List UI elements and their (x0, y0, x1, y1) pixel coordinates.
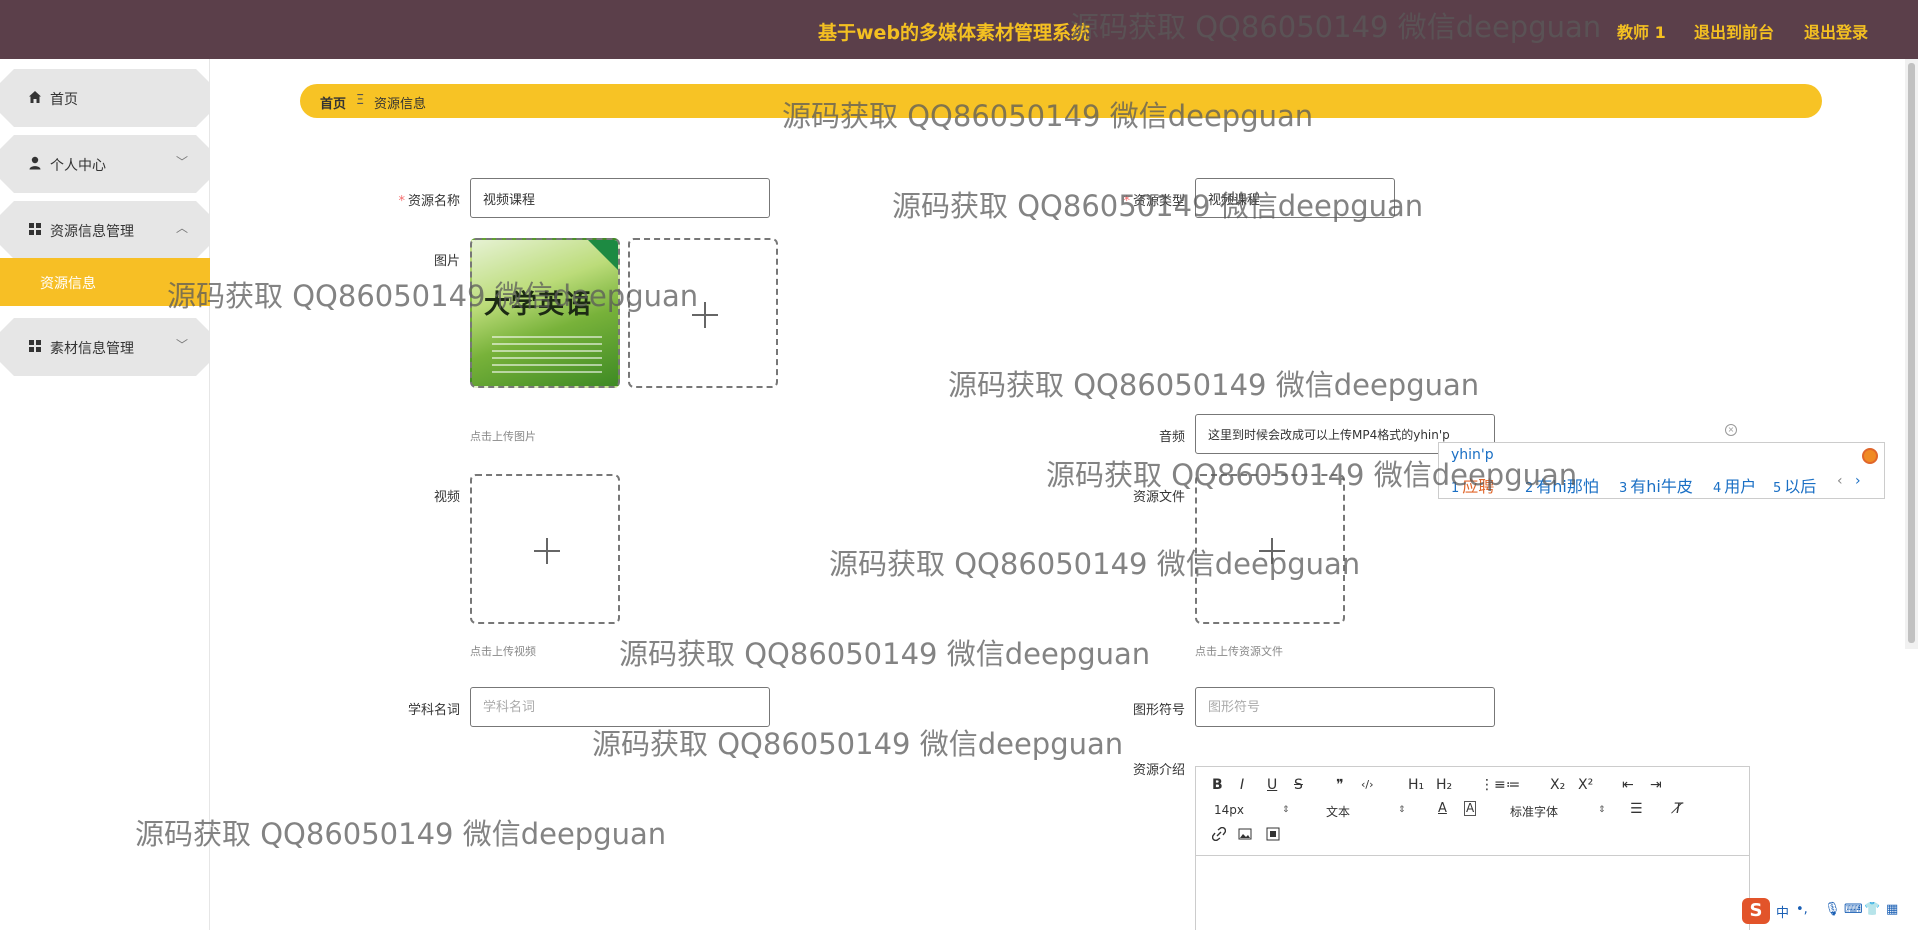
watermark-text: 源码获取 QQ86050149 微信deepguan (135, 817, 667, 851)
italic-button[interactable]: I (1240, 777, 1244, 793)
watermark-text: 源码获取 QQ86050149 微信deepguan (782, 99, 1314, 133)
page-scrollbar[interactable] (1905, 59, 1918, 649)
breadcrumb-separator-icon: Ξ (356, 93, 365, 108)
watermark-text: 源码获取 QQ86050149 微信deepguan (167, 279, 699, 313)
editor-toolbar: B I U S ❞ ‹/› H₁ H₂ ⋮≡ ≔ X₂ X² ⇤ ⇥ 14px ⇕… (1196, 767, 1749, 856)
ime-candidate[interactable]: 5 以后 (1773, 473, 1816, 497)
chevron-down-icon: ﹀ (175, 155, 188, 169)
background-color-button[interactable]: A (1464, 801, 1477, 816)
ime-candidate[interactable]: 3 有hi牛皮 (1619, 473, 1693, 497)
system-title: 基于web的多媒体素材管理系统 (818, 22, 1091, 44)
select-arrows-icon: ⇕ (1398, 805, 1406, 815)
logout-link[interactable]: 退出登录 (1804, 19, 1868, 43)
toolbox-grid-icon[interactable]: ▦ (1886, 902, 1898, 917)
grid-icon (29, 340, 41, 352)
skin-shirt-icon[interactable]: 👕 (1864, 902, 1880, 917)
plus-icon (472, 476, 618, 622)
watermark-text: 源码获取 QQ86050149 微信deepguan (1070, 10, 1602, 44)
watermark-text: 源码获取 QQ86050149 微信deepguan (592, 727, 1124, 761)
video-icon[interactable] (1266, 827, 1280, 841)
ime-prev-icon[interactable]: ‹ (1837, 473, 1843, 489)
book-cover-lines (492, 336, 602, 376)
watermark-text: 源码获取 QQ86050149 微信deepguan (829, 547, 1361, 581)
clear-format-icon[interactable]: T̸ (1674, 801, 1683, 817)
watermark-text: 源码获取 QQ86050149 微信deepguan (892, 189, 1424, 223)
image-icon[interactable] (1238, 827, 1252, 841)
strike-button[interactable]: S (1294, 777, 1303, 793)
ordered-list-button[interactable]: ⋮≡ (1480, 777, 1506, 793)
home-icon (29, 91, 41, 103)
ime-candidate[interactable]: 4 用户 (1713, 473, 1756, 497)
name-input[interactable] (470, 178, 770, 218)
sidebar-item-label: 素材信息管理 (50, 341, 134, 357)
font-family-select[interactable]: 标准字体 ⇕ (1510, 803, 1610, 820)
breadcrumb-current: 资源信息 (374, 97, 427, 112)
user-icon (29, 156, 41, 170)
link-icon[interactable] (1212, 827, 1226, 841)
select-arrows-icon: ⇕ (1282, 805, 1290, 815)
user-label[interactable]: 教师 1 (1617, 19, 1666, 43)
ime-punct-toggle[interactable]: •, (1796, 902, 1808, 917)
clear-icon[interactable]: × (1725, 424, 1737, 436)
sogou-logo-icon[interactable]: S (1742, 898, 1770, 924)
ime-lang-toggle[interactable]: 中 (1776, 902, 1789, 921)
indent-button[interactable]: ⇥ (1650, 777, 1662, 793)
font-color-button[interactable]: A (1438, 801, 1447, 816)
video-upload-button[interactable] (470, 474, 620, 624)
rich-text-editor: B I U S ❞ ‹/› H₁ H₂ ⋮≡ ≔ X₂ X² ⇤ ⇥ 14px ⇕… (1195, 766, 1750, 930)
symbol-label: 图形符号 (1132, 703, 1185, 718)
sidebar-item-label: 首页 (50, 92, 78, 108)
block-type-select[interactable]: 文本 ⇕ (1326, 803, 1406, 820)
file-upload-hint: 点击上传资源文件 (1195, 645, 1283, 658)
code-button[interactable]: ‹/› (1361, 778, 1374, 791)
symbol-input[interactable] (1195, 687, 1495, 727)
select-arrows-icon: ⇕ (1598, 805, 1606, 815)
video-upload-hint: 点击上传视频 (470, 645, 536, 658)
outdent-button[interactable]: ⇤ (1622, 777, 1634, 793)
bullet-list-button[interactable]: ≔ (1506, 777, 1520, 793)
audio-label: 音频 (1158, 430, 1185, 445)
ime-next-icon[interactable]: › (1855, 473, 1861, 489)
ime-status-bar: S 中 •, 🎙 ⌨ 👕 ▦ (1740, 898, 1918, 924)
sidebar-item-profile[interactable]: 个人中心 ﹀ (0, 135, 210, 193)
cover-corner-decoration (588, 240, 618, 270)
h2-button[interactable]: H₂ (1436, 777, 1452, 793)
chevron-down-icon: ﹀ (175, 338, 188, 352)
watermark-text: 源码获取 QQ86050149 微信deepguan (619, 637, 1151, 671)
watermark-text: 源码获取 QQ86050149 微信deepguan (1046, 458, 1578, 492)
sidebar: 首页 个人中心 ﹀ 资源信息管理 ︿ 资源信息 素材信息管理 ﹀ (0, 59, 210, 930)
sidebar-item-home[interactable]: 首页 (0, 69, 210, 127)
subscript-button[interactable]: X₂ (1550, 777, 1565, 793)
top-header: 基于web的多媒体素材管理系统 教师 1 退出到前台 退出登录 (0, 0, 1918, 59)
keyboard-icon[interactable]: ⌨ (1844, 902, 1863, 917)
h1-button[interactable]: H₁ (1408, 777, 1424, 793)
sidebar-item-label: 资源信息管理 (50, 224, 134, 240)
ime-skin-icon[interactable] (1862, 448, 1878, 464)
subject-label: 学科名词 (407, 703, 460, 718)
watermark-text: 源码获取 QQ86050149 微信deepguan (948, 368, 1480, 402)
image-upload-hint: 点击上传图片 (470, 430, 536, 443)
grid-icon (29, 223, 41, 235)
image-label: 图片 (433, 254, 460, 269)
blockquote-button[interactable]: ❞ (1336, 777, 1344, 793)
font-size-select[interactable]: 14px ⇕ (1214, 803, 1294, 817)
breadcrumb-home[interactable]: 首页 (320, 93, 346, 112)
bold-button[interactable]: B (1212, 777, 1223, 793)
sidebar-item-label: 个人中心 (50, 158, 106, 174)
chevron-up-icon: ︿ (175, 221, 188, 235)
align-icon[interactable]: ☰ (1630, 801, 1643, 817)
sidebar-item-material-mgmt[interactable]: 素材信息管理 ﹀ (0, 318, 210, 376)
microphone-icon[interactable]: 🎙 (1824, 902, 1841, 917)
sidebar-item-resource-mgmt[interactable]: 资源信息管理 ︿ (0, 201, 210, 259)
name-label: * 资源名称 (398, 194, 460, 209)
superscript-button[interactable]: X² (1578, 777, 1593, 793)
sidebar-subitem-label: 资源信息 (40, 276, 96, 292)
underline-button[interactable]: U (1267, 777, 1277, 793)
front-link[interactable]: 退出到前台 (1694, 19, 1774, 43)
scrollbar-thumb[interactable] (1908, 63, 1915, 643)
video-label: 视频 (433, 490, 460, 505)
